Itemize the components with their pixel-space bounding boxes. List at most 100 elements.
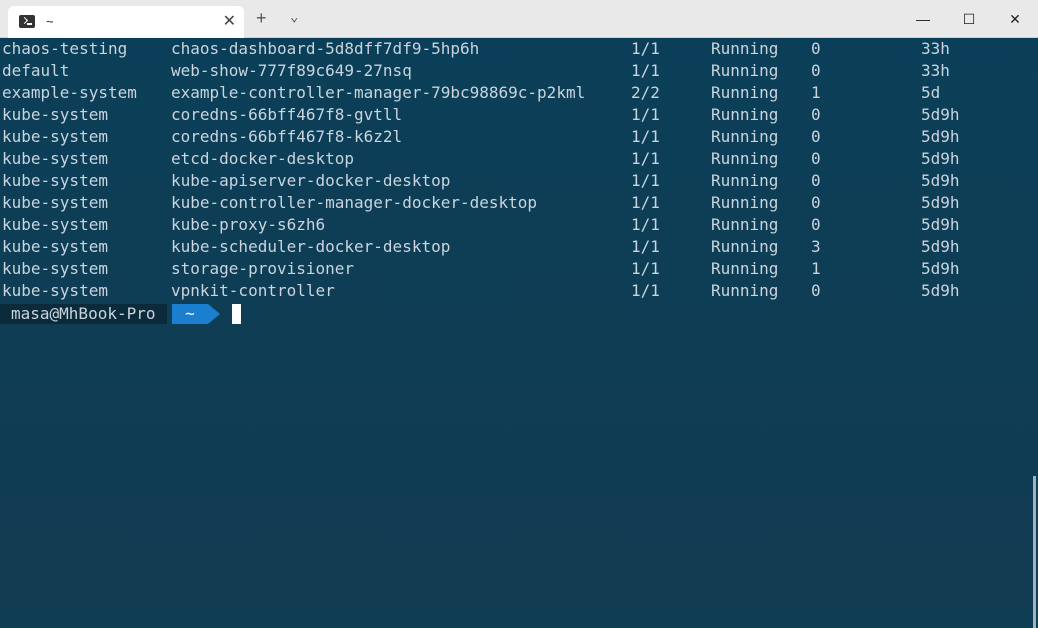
pod-name: storage-provisioner bbox=[171, 259, 355, 278]
pod-name: chaos-dashboard-5d8dff7df9-5hp6h bbox=[171, 39, 480, 58]
pod-restarts: 0 bbox=[811, 39, 821, 58]
pod-ns: kube-system bbox=[2, 171, 108, 190]
pod-status: Running bbox=[711, 149, 779, 168]
pod-ready: 1/1 bbox=[631, 259, 660, 278]
pod-age: 5d9h bbox=[921, 237, 960, 256]
pod-ready: 2/2 bbox=[631, 83, 660, 102]
terminal-tab[interactable]: ~ ✕ bbox=[8, 6, 244, 38]
pod-ready: 1/1 bbox=[631, 127, 660, 146]
maximize-button[interactable]: ☐ bbox=[946, 0, 992, 38]
pod-name: example-controller-manager-79bc98869c-p2… bbox=[171, 83, 586, 102]
text-cursor[interactable] bbox=[232, 304, 241, 324]
pod-age: 5d9h bbox=[921, 149, 960, 168]
pod-restarts: 0 bbox=[811, 61, 821, 80]
pod-ready: 1/1 bbox=[631, 61, 660, 80]
pod-ready: 1/1 bbox=[631, 149, 660, 168]
pod-ns: kube-system bbox=[2, 215, 108, 234]
pod-status: Running bbox=[711, 171, 779, 190]
pod-age: 5d9h bbox=[921, 171, 960, 190]
pod-row: kube-system coredns-66bff467f8-k6z2l 1/1 Ru… bbox=[0, 126, 1038, 148]
pod-ns: kube-system bbox=[2, 149, 108, 168]
pod-row: kube-system storage-provisioner 1/1 Running… bbox=[0, 258, 1038, 280]
pod-row: kube-system coredns-66bff467f8-gvtll 1/1 Ru… bbox=[0, 104, 1038, 126]
pod-restarts: 0 bbox=[811, 105, 821, 124]
pod-ns: kube-system bbox=[2, 259, 108, 278]
pod-age: 33h bbox=[921, 39, 950, 58]
minimize-button[interactable]: — bbox=[900, 0, 946, 38]
pod-name: kube-proxy-s6zh6 bbox=[171, 215, 326, 234]
pod-age: 5d9h bbox=[921, 259, 960, 278]
new-tab-button[interactable]: + bbox=[256, 8, 267, 29]
pod-list: chaos-testing chaos-dashboard-5d8dff7df9-… bbox=[0, 38, 1038, 302]
pod-ready: 1/1 bbox=[631, 105, 660, 124]
scrollbar[interactable] bbox=[1033, 476, 1036, 628]
pod-name: coredns-66bff467f8-gvtll bbox=[171, 105, 403, 124]
pod-status: Running bbox=[711, 193, 779, 212]
pod-age: 5d9h bbox=[921, 215, 960, 234]
pod-name: kube-controller-manager-docker-desktop bbox=[171, 193, 538, 212]
pod-ready: 1/1 bbox=[631, 281, 660, 300]
pod-status: Running bbox=[711, 127, 779, 146]
pod-ns: kube-system bbox=[2, 105, 108, 124]
pod-name: web-show-777f89c649-27nsq bbox=[171, 61, 412, 80]
pod-status: Running bbox=[711, 105, 779, 124]
pod-row: kube-system kube-proxy-s6zh6 1/1 Running 0 5d… bbox=[0, 214, 1038, 236]
pod-restarts: 0 bbox=[811, 215, 821, 234]
pod-age: 5d9h bbox=[921, 105, 960, 124]
close-button[interactable]: ✕ bbox=[992, 0, 1038, 38]
pod-name: coredns-66bff467f8-k6z2l bbox=[171, 127, 403, 146]
pod-ns: kube-system bbox=[2, 193, 108, 212]
pod-ready: 1/1 bbox=[631, 215, 660, 234]
pod-status: Running bbox=[711, 61, 779, 80]
pod-age: 5d9h bbox=[921, 127, 960, 146]
tab-close-icon[interactable]: ✕ bbox=[223, 11, 236, 31]
prompt-directory: ~ bbox=[172, 304, 208, 324]
pod-name: kube-scheduler-docker-desktop bbox=[171, 237, 451, 256]
shell-prompt: masa@MhBook-Pro ~ bbox=[0, 302, 1038, 324]
pod-row: kube-system kube-controller-manager-docke… bbox=[0, 192, 1038, 214]
pod-ready: 1/1 bbox=[631, 39, 660, 58]
pod-restarts: 0 bbox=[811, 171, 821, 190]
pod-row: default web-show-777f89c649-27nsq 1/1 Runni… bbox=[0, 60, 1038, 82]
chevron-down-icon[interactable]: ⌄ bbox=[290, 9, 298, 25]
pod-row: kube-system kube-scheduler-docker-desktop… bbox=[0, 236, 1038, 258]
pod-row: chaos-testing chaos-dashboard-5d8dff7df9-… bbox=[0, 38, 1038, 60]
pod-ns: kube-system bbox=[2, 281, 108, 300]
pod-ns: example-system bbox=[2, 83, 137, 102]
pod-restarts: 0 bbox=[811, 193, 821, 212]
pod-row: kube-system etcd-docker-desktop 1/1 Running… bbox=[0, 148, 1038, 170]
pod-restarts: 3 bbox=[811, 237, 821, 256]
pod-ns: default bbox=[2, 61, 70, 80]
pod-age: 5d9h bbox=[921, 193, 960, 212]
title-bar: ~ ✕ + ⌄ — ☐ ✕ bbox=[0, 0, 1038, 38]
pod-restarts: 0 bbox=[811, 149, 821, 168]
pod-row: example-system example-controller-manager… bbox=[0, 82, 1038, 104]
pod-ns: chaos-testing bbox=[2, 39, 128, 58]
pod-status: Running bbox=[711, 259, 779, 278]
pod-age: 5d9h bbox=[921, 281, 960, 300]
pod-name: etcd-docker-desktop bbox=[171, 149, 355, 168]
pod-ready: 1/1 bbox=[631, 237, 660, 256]
pod-row: kube-system vpnkit-controller 1/1 Running 0 5… bbox=[0, 280, 1038, 302]
pod-status: Running bbox=[711, 83, 779, 102]
pod-ns: kube-system bbox=[2, 237, 108, 256]
prompt-user: masa@MhBook-Pro bbox=[0, 304, 167, 324]
pod-status: Running bbox=[711, 237, 779, 256]
pod-ready: 1/1 bbox=[631, 193, 660, 212]
pod-status: Running bbox=[711, 281, 779, 300]
terminal-output[interactable]: chaos-testing chaos-dashboard-5d8dff7df9-… bbox=[0, 38, 1038, 628]
pod-status: Running bbox=[711, 39, 779, 58]
pod-restarts: 0 bbox=[811, 127, 821, 146]
pod-ready: 1/1 bbox=[631, 171, 660, 190]
pod-restarts: 0 bbox=[811, 281, 821, 300]
tab-title: ~ bbox=[46, 14, 54, 29]
pod-restarts: 1 bbox=[811, 83, 821, 102]
pod-age: 5d bbox=[921, 83, 941, 102]
pod-status: Running bbox=[711, 215, 779, 234]
pod-restarts: 1 bbox=[811, 259, 821, 278]
pod-age: 33h bbox=[921, 61, 950, 80]
pod-name: vpnkit-controller bbox=[171, 281, 335, 300]
pod-name: kube-apiserver-docker-desktop bbox=[171, 171, 451, 190]
pod-row: kube-system kube-apiserver-docker-desktop… bbox=[0, 170, 1038, 192]
pod-ns: kube-system bbox=[2, 127, 108, 146]
